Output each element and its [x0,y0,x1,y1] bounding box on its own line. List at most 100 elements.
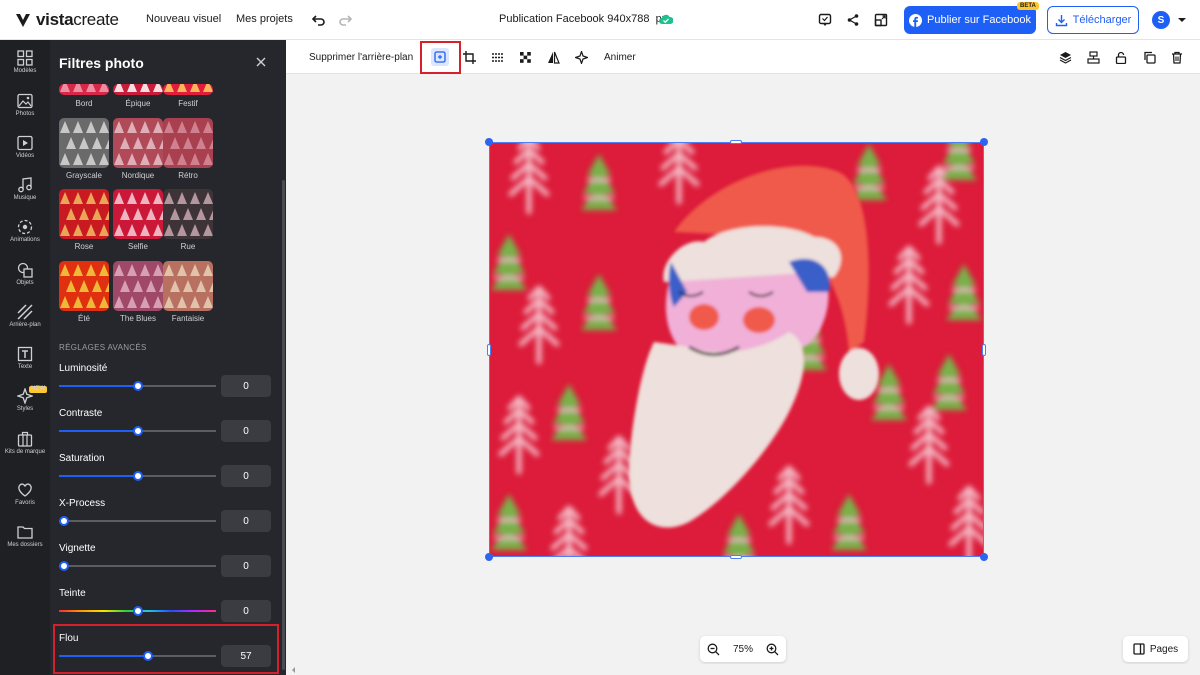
zoom-out-icon[interactable] [707,643,720,656]
lock-icon[interactable] [1112,48,1130,66]
layers-icon[interactable] [1056,48,1074,66]
nav-new-visual[interactable]: Nouveau visuel [146,13,221,25]
resize-handle-bottom-left[interactable] [485,553,493,561]
slider-knob[interactable] [132,381,143,391]
slider-label-x-process: X-Process [59,498,106,509]
chevron-down-icon[interactable] [1172,10,1192,30]
slider-fill [59,430,138,432]
slider-knob[interactable] [59,561,69,571]
slider-fill [59,385,138,387]
horizontal-scrollbar[interactable] [286,664,1200,675]
resize-handle-bottom-right[interactable] [980,553,988,561]
beta-badge: BETA [1017,2,1039,10]
slider-contraste[interactable] [59,426,216,436]
adjust-icon[interactable] [488,48,506,66]
zoom-in-icon[interactable] [766,643,779,656]
rail-item-folder[interactable]: Mes dossiers [0,524,50,549]
rail-item-background[interactable]: Arrière-plan [0,304,50,329]
filter-thumbnail[interactable] [59,189,109,239]
slider-value-luminosite[interactable]: 0 [221,375,271,397]
rail-item-videos[interactable]: Vidéos [0,135,50,160]
share-icon[interactable] [843,10,863,30]
close-icon[interactable] [254,55,268,69]
resize-handle-right[interactable] [982,344,986,356]
remove-background-button[interactable]: Supprimer l'arrière-plan [309,52,413,63]
publish-facebook-button[interactable]: Publier sur Facebook [904,6,1036,34]
slider-value-vignette[interactable]: 0 [221,555,271,577]
filter-thumbnail[interactable] [163,118,213,168]
rail-item-text[interactable]: Texte [0,346,50,371]
slider-knob[interactable] [59,516,69,526]
folder-icon [17,526,33,539]
filter-label: Rétro [178,171,198,180]
resize-handle-top[interactable] [730,140,742,144]
rail-item-music[interactable]: Musique [0,177,50,202]
filter-thumbnail[interactable] [163,189,213,239]
pages-button[interactable]: Pages [1123,636,1188,662]
slider-knob[interactable] [132,426,143,436]
resize-handle-bottom[interactable] [730,555,742,559]
filter-thumbnail[interactable] [59,118,109,168]
rail-item-styles[interactable]: Styles NEW [0,386,50,413]
slider-saturation[interactable] [59,471,216,481]
rail-item-label: Musique [13,195,37,201]
nav-my-projects[interactable]: Mes projets [236,13,293,25]
resize-handle-top-right[interactable] [980,138,988,146]
panel-scrollbar[interactable] [282,180,285,670]
slider-value-x-process[interactable]: 0 [221,510,271,532]
slider-knob[interactable] [132,471,143,481]
panel-title: Filtres photo [59,55,144,71]
resize-handle-left[interactable] [487,344,491,356]
slider-label-luminosite: Luminosité [59,363,108,374]
filter-thumbnail[interactable] [59,261,109,311]
resize-handle-top-left[interactable] [485,138,493,146]
filter-label: Rue [180,242,196,251]
animate-button[interactable]: Animer [604,52,636,63]
rail-item-label: Mes dossiers [7,542,43,548]
slider-value-saturation[interactable]: 0 [221,465,271,487]
rail-item-heart[interactable]: Favoris [0,482,50,507]
crop-icon[interactable] [460,48,478,66]
trash-icon[interactable] [1168,48,1186,66]
vistacreate-logo[interactable]: vistacreate [14,9,119,31]
highlight-blur-slider [53,624,279,674]
slider-value-teinte[interactable]: 0 [221,600,271,622]
scroll-left-icon[interactable] [290,666,298,674]
transparency-icon[interactable] [516,48,534,66]
comment-icon[interactable] [815,10,835,30]
download-button[interactable]: Télécharger [1047,6,1139,34]
filter-thumbnail[interactable] [59,84,109,95]
slider-x-process[interactable] [59,516,216,526]
flip-icon[interactable] [544,48,562,66]
filter-label: Rose [74,242,94,251]
resize-icon[interactable] [871,10,891,30]
slider-label-contraste: Contraste [59,408,103,419]
redo-icon[interactable] [336,10,356,30]
filter-label: Festif [178,99,198,108]
filter-thumbnail[interactable] [113,189,163,239]
zoom-level[interactable]: 75% [733,644,753,655]
document-title[interactable]: Publication Facebook 940x788 px [499,13,667,25]
rail-item-templates[interactable]: Modèles [0,50,50,75]
slider-vignette[interactable] [59,561,216,571]
download-label: Télécharger [1072,14,1132,26]
filter-thumbnail[interactable] [163,261,213,311]
slider-value-contraste[interactable]: 0 [221,420,271,442]
rail-item-brand-kit[interactable]: Kits de marque [0,431,50,456]
undo-icon[interactable] [308,10,328,30]
filter-thumbnail[interactable] [163,84,213,95]
rail-item-objects[interactable]: Objets [0,262,50,287]
filter-thumbnail[interactable] [113,118,163,168]
slider-luminosite[interactable] [59,381,216,391]
filter-thumbnail[interactable] [113,261,163,311]
rail-item-animations[interactable]: Animations [0,219,50,244]
objects-icon [17,262,33,278]
rail-item-photos[interactable]: Photos [0,93,50,118]
duplicate-icon[interactable] [1140,48,1158,66]
slider-knob[interactable] [132,606,143,616]
slider-teinte[interactable] [59,606,216,616]
align-icon[interactable] [1084,48,1102,66]
avatar[interactable]: S [1152,11,1170,29]
filter-thumbnail[interactable] [113,84,163,95]
animate-sparkle-icon[interactable] [572,48,590,66]
